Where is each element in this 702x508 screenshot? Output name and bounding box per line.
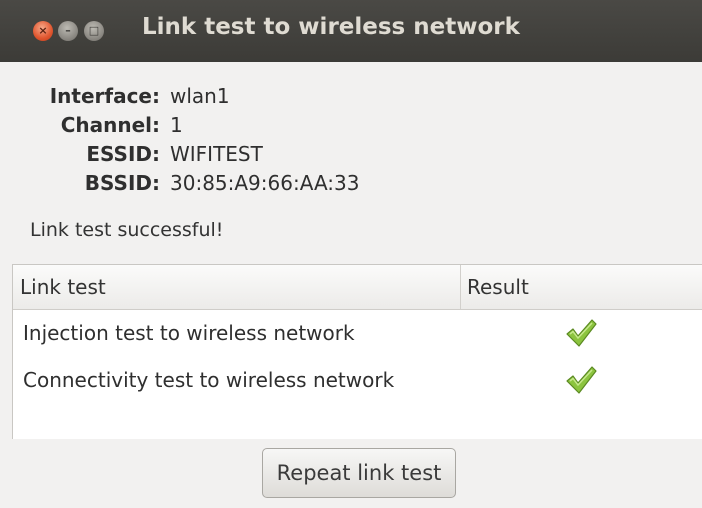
column-header-result[interactable]: Result <box>460 265 702 309</box>
interface-value: wlan1 <box>170 84 230 108</box>
essid-label: ESSID: <box>86 142 160 166</box>
bssid-label: BSSID: <box>84 171 160 195</box>
maximize-icon: □ <box>88 24 100 37</box>
titlebar: × – □ Link test to wireless network <box>0 0 702 62</box>
channel-label: Channel: <box>60 113 160 137</box>
minimize-icon: – <box>65 24 71 37</box>
essid-value: WIFITEST <box>170 142 263 166</box>
table-row[interactable]: Injection test to wireless network <box>13 310 702 356</box>
test-name: Injection test to wireless network <box>23 321 355 345</box>
window-title: Link test to wireless network <box>142 14 520 40</box>
minimize-button[interactable]: – <box>58 21 78 41</box>
checkmark-icon <box>566 366 597 394</box>
test-name: Connectivity test to wireless network <box>23 368 395 392</box>
close-button[interactable]: × <box>33 21 53 41</box>
checkmark-icon <box>566 319 597 347</box>
table-row[interactable]: Connectivity test to wireless network <box>13 357 702 403</box>
status-message: Link test successful! <box>30 219 224 241</box>
table-header: Link test Result <box>13 265 702 310</box>
close-icon: × <box>38 24 48 37</box>
link-test-window: × – □ Link test to wireless network Inte… <box>0 0 702 508</box>
interface-label: Interface: <box>49 84 160 108</box>
maximize-button[interactable]: □ <box>84 21 104 41</box>
column-header-link-test[interactable]: Link test <box>13 265 461 309</box>
repeat-link-test-button[interactable]: Repeat link test <box>262 448 456 498</box>
channel-value: 1 <box>170 113 183 137</box>
link-test-table: Link test Result Injection test to wirel… <box>12 264 702 439</box>
bssid-value: 30:85:A9:66:AA:33 <box>170 171 360 195</box>
